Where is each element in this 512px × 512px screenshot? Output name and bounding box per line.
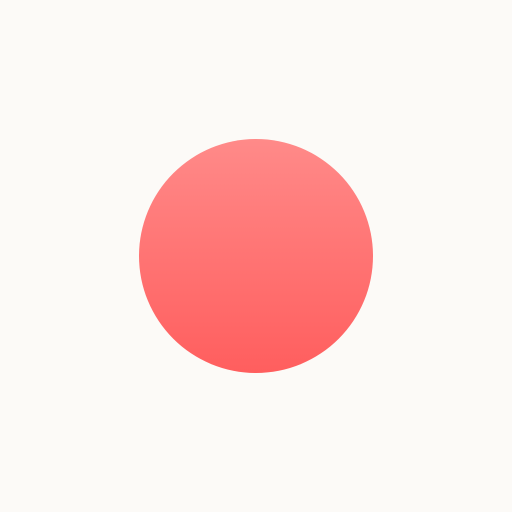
canvas <box>0 0 512 512</box>
red-circle <box>139 139 373 373</box>
